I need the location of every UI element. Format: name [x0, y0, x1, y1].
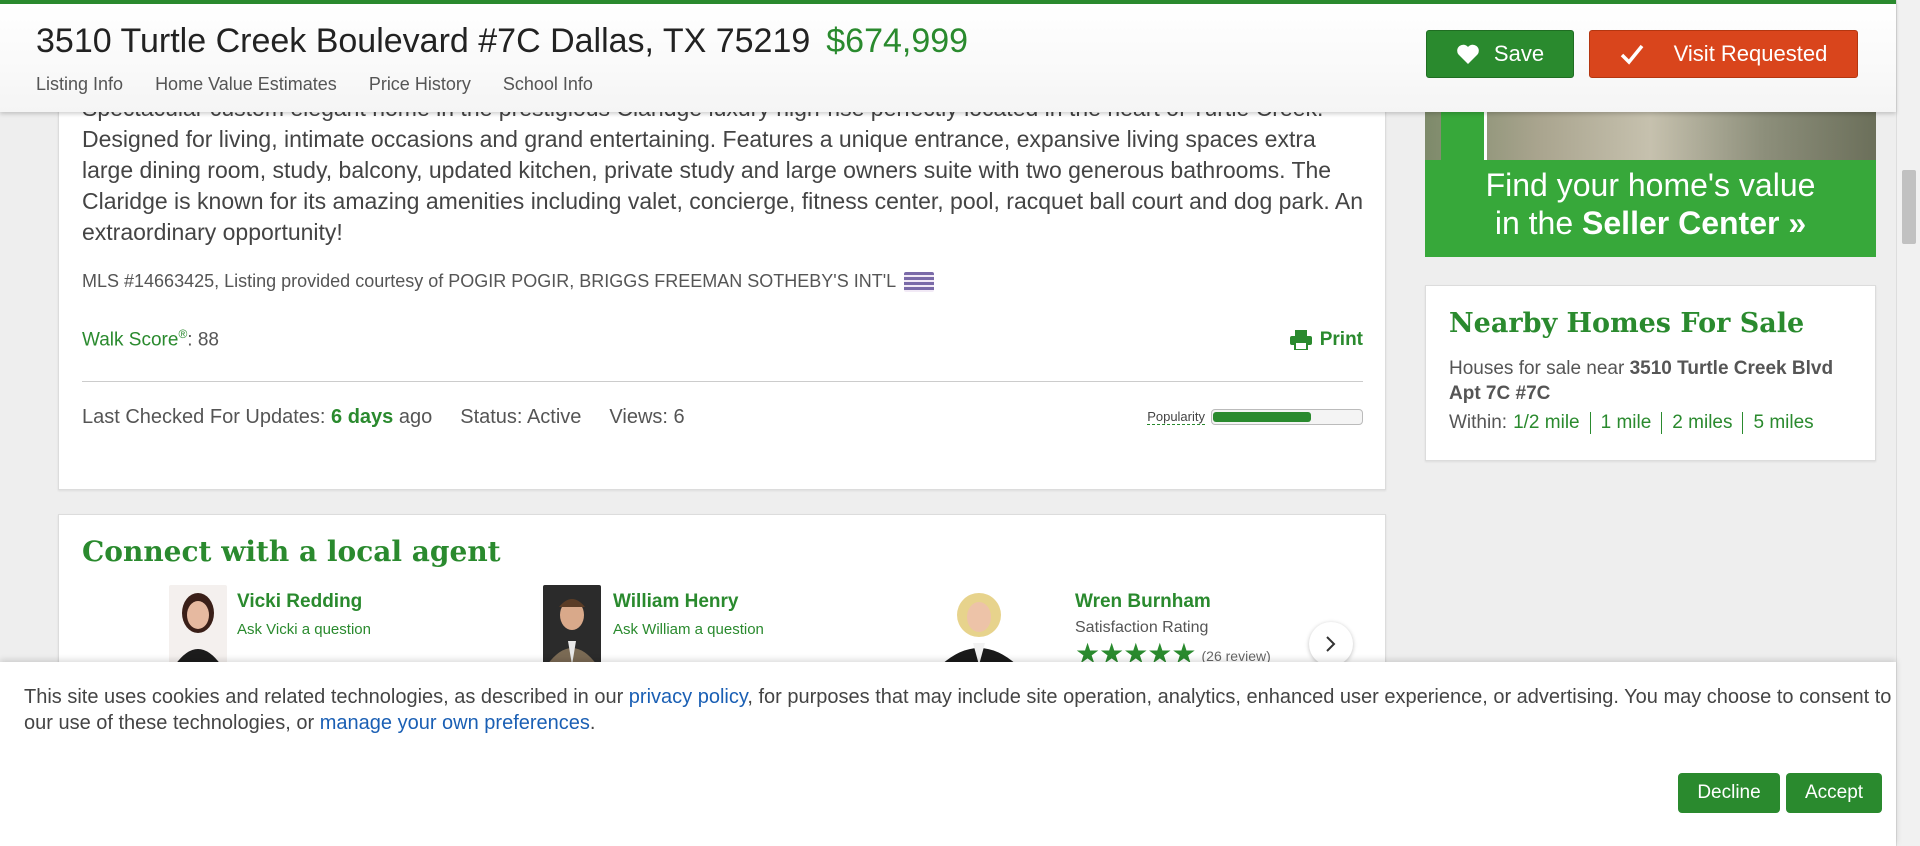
chevron-right-icon	[1326, 636, 1336, 652]
agent-photo	[169, 585, 227, 665]
popularity-bar	[1211, 409, 1363, 425]
nearby-description: Houses for sale near 3510 Turtle Creek B…	[1449, 356, 1849, 406]
nearby-heading: Nearby Homes For Sale	[1449, 308, 1805, 339]
listing-details-card: Spectacular custom elegant home in the p…	[58, 60, 1386, 490]
agent-name[interactable]: Wren Burnham	[1075, 591, 1211, 613]
last-checked-suffix: ago	[398, 406, 433, 428]
range-1-mile[interactable]: 1 mile	[1589, 412, 1662, 434]
views-count: Views: 6	[609, 406, 685, 428]
seller-center-line1: Find your home's value	[1485, 167, 1816, 203]
visit-label: Visit Requested	[1673, 41, 1828, 66]
print-label: Print	[1319, 329, 1363, 350]
nearby-homes-card: Nearby Homes For Sale Houses for sale ne…	[1425, 285, 1876, 461]
save-button[interactable]: Save	[1426, 30, 1574, 78]
seller-center-line2: in the Seller Center »	[1425, 204, 1876, 242]
nearby-prefix: Houses for sale near	[1449, 358, 1625, 379]
cookie-text-3: .	[589, 712, 596, 734]
tab-price-history[interactable]: Price History	[369, 74, 471, 95]
popularity-meter: Popularity	[1147, 409, 1363, 425]
walk-score-value: : 88	[187, 329, 219, 351]
mls-info: MLS #14663425, Listing provided courtesy…	[82, 271, 935, 292]
tab-school-info[interactable]: School Info	[503, 74, 593, 95]
broker-logo-icon	[904, 271, 935, 292]
cookie-consent-banner: This site uses cookies and related techn…	[0, 662, 1896, 846]
ask-agent-link[interactable]: Ask Vicki a question	[237, 621, 371, 638]
seller-center-banner[interactable]: Find your home's value in the Seller Cen…	[1425, 100, 1876, 257]
manage-preferences-link[interactable]: manage your own preferences	[320, 712, 590, 734]
within-label: Within:	[1449, 412, 1508, 433]
tab-home-value-estimates[interactable]: Home Value Estimates	[155, 74, 337, 95]
ask-agent-link[interactable]: Ask William a question	[613, 621, 764, 638]
visit-requested-button[interactable]: Visit Requested	[1589, 30, 1858, 78]
cookie-text-1: This site uses cookies and related techn…	[24, 686, 624, 708]
walk-score[interactable]: Walk Score®: 88	[82, 327, 219, 351]
divider	[82, 381, 1363, 382]
status-text: Status: Active	[460, 406, 582, 428]
agent-photo	[935, 585, 1023, 665]
range-half-mile[interactable]: 1/2 mile	[1507, 412, 1590, 434]
tab-listing-info[interactable]: Listing Info	[36, 74, 123, 95]
range-5-miles[interactable]: 5 miles	[1742, 412, 1823, 434]
listing-price: $674,999	[826, 22, 969, 60]
accept-button[interactable]: Accept	[1786, 773, 1882, 813]
registered-mark: ®	[178, 327, 188, 341]
scrollbar-thumb[interactable]	[1902, 170, 1916, 244]
range-2-miles[interactable]: 2 miles	[1661, 412, 1742, 434]
listing-title: 3510 Turtle Creek Boulevard #7C Dallas, …	[36, 22, 968, 61]
print-button[interactable]: Print	[1289, 329, 1363, 351]
seller-center-line2-prefix: in the	[1494, 205, 1574, 241]
mls-text: MLS #14663425, Listing provided courtesy…	[82, 271, 897, 291]
agent-photo	[543, 585, 601, 665]
privacy-policy-link[interactable]: privacy policy	[629, 686, 748, 708]
last-checked-label: Last Checked For Updates:	[82, 406, 326, 428]
popularity-label[interactable]: Popularity	[1147, 409, 1205, 425]
heart-icon	[1457, 44, 1479, 64]
seller-center-line2-bold: Seller Center »	[1582, 205, 1807, 241]
walk-score-label: Walk Score	[82, 329, 179, 351]
printer-icon	[1289, 330, 1312, 350]
popularity-bar-fill	[1213, 412, 1311, 422]
local-agents-card: Connect with a local agent Vicki Redding…	[58, 514, 1386, 669]
seller-center-text: Find your home's value in the Seller Cen…	[1425, 166, 1876, 242]
save-label: Save	[1493, 41, 1545, 66]
last-checked: Last Checked For Updates: 6 days ago	[82, 406, 432, 429]
listing-stats: Last Checked For Updates: 6 days ago Sta…	[82, 406, 685, 429]
listing-address: 3510 Turtle Creek Boulevard #7C Dallas, …	[36, 22, 811, 60]
satisfaction-rating-label: Satisfaction Rating	[1075, 619, 1209, 636]
next-agents-button[interactable]	[1309, 622, 1353, 666]
agent-name[interactable]: Vicki Redding	[237, 591, 362, 613]
listing-header: 3510 Turtle Creek Boulevard #7C Dallas, …	[0, 0, 1896, 112]
agents-heading: Connect with a local agent	[82, 535, 501, 568]
last-checked-value: 6 days	[331, 406, 394, 428]
cookie-message: This site uses cookies and related techn…	[24, 684, 1904, 736]
listing-description: Spectacular custom elegant home in the p…	[82, 95, 1364, 245]
listing-tabs: Listing Info Home Value Estimates Price …	[36, 74, 593, 95]
decline-button[interactable]: Decline	[1678, 773, 1780, 813]
nearby-range-links: Within: 1/2 mile 1 mile 2 miles 5 miles	[1449, 412, 1824, 434]
agent-name[interactable]: William Henry	[613, 591, 738, 613]
checkmark-icon	[1620, 44, 1643, 65]
